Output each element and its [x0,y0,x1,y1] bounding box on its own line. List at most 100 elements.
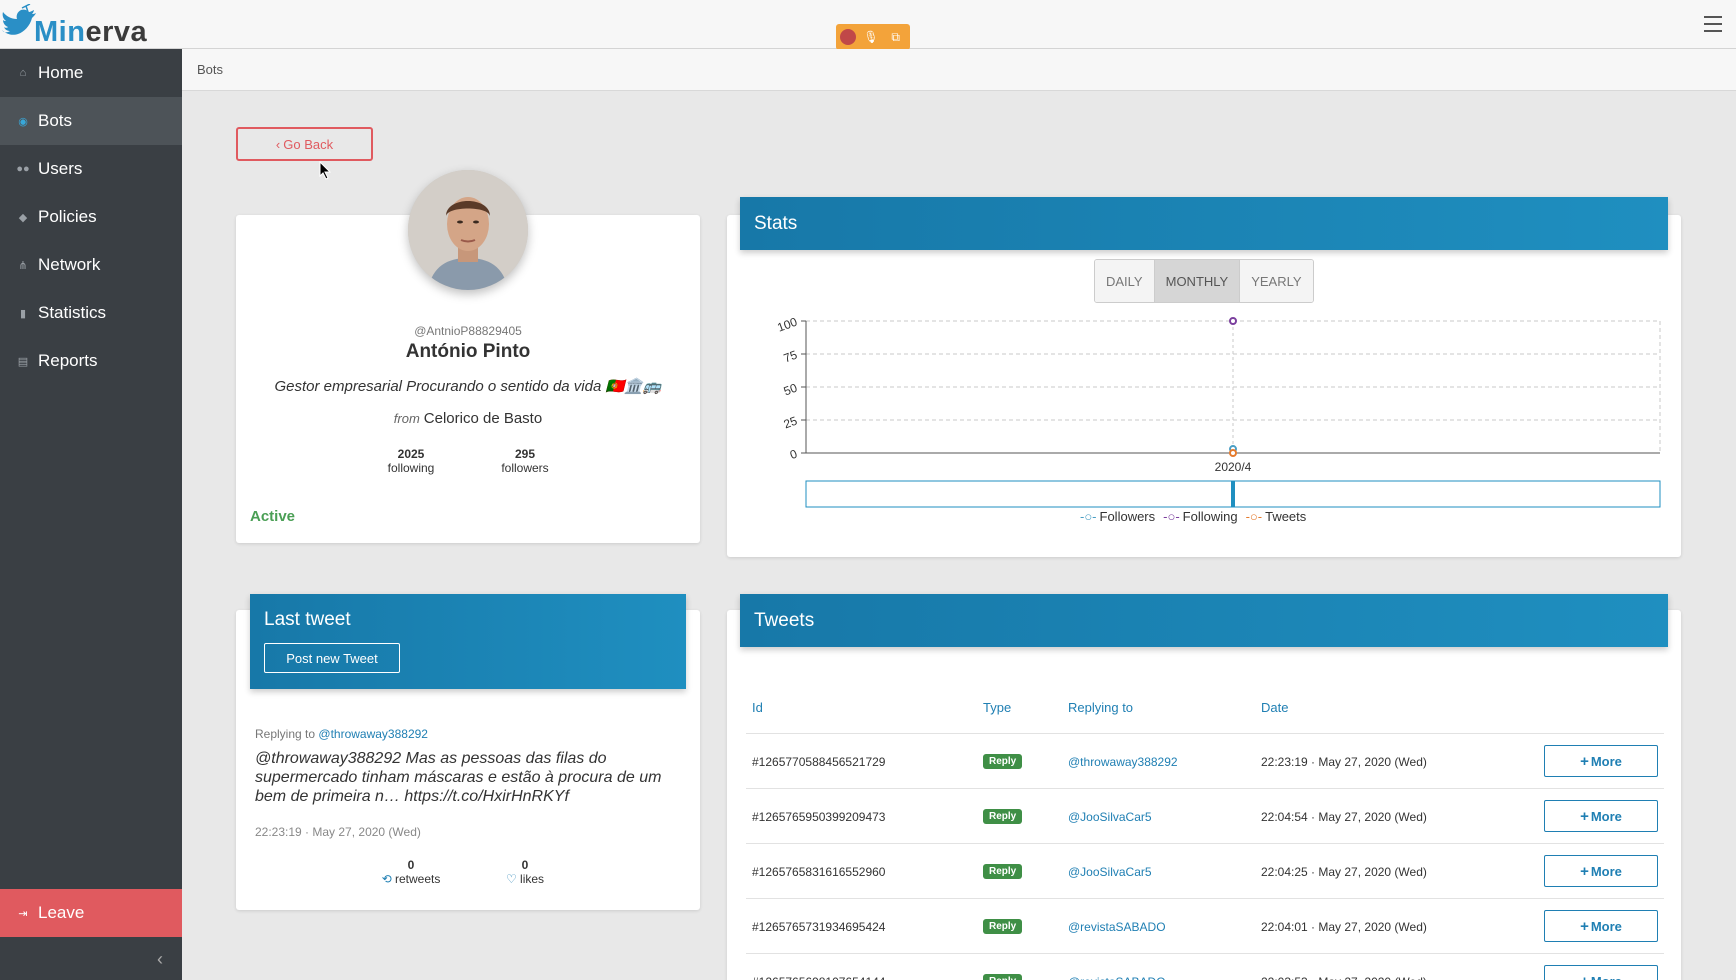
more-button[interactable]: +More [1544,800,1658,832]
followers-stat: 295 followers [480,447,570,475]
tweet-date: 22:04:01 · May 27, 2020 (Wed) [1261,919,1427,934]
sidebar-item-network[interactable]: ⋔ Network [0,241,182,289]
hamburger-menu-icon[interactable] [1704,16,1722,32]
profile-location: from Celorico de Basto [236,410,700,427]
more-button[interactable]: +More [1544,965,1658,980]
tweet-replying-to: @JooSilvaCar5 [1068,789,1152,844]
go-back-button[interactable]: ‹ Go Back [236,127,373,161]
tab-monthly[interactable]: MONTHLY [1154,260,1241,302]
tweet-replying-to: @revistaSABADO [1068,954,1166,980]
profile-name: António Pinto [405,341,531,362]
following-stat: 2025 following [366,447,456,475]
legend-label: Tweets [1265,509,1307,524]
firefox-icon[interactable] [840,29,857,45]
table-row: #1265765950399209473 Reply @JooSilvaCar5 22… [746,788,1664,843]
chart-legend: -○- Followers -○- Following -○- Tweets [1080,509,1306,524]
sidebar-item-label: Network [38,255,101,274]
breadcrumb-item[interactable]: Bots [197,62,223,77]
leave-button[interactable]: ⇥ Leave [0,889,182,937]
tweet-id: #1265765950399209473 [752,809,886,824]
location-value: Celorico de Basto [423,410,543,427]
sidebar-item-users[interactable]: ●● Users [0,145,182,193]
column-header-id[interactable]: Id [752,700,763,715]
tab-yearly[interactable]: YEARLY [1240,260,1313,302]
more-label: More [1590,808,1622,824]
tweet-date: 22:23:19 · May 27, 2020 (Wed) [1261,754,1427,769]
followers-count: 295 [514,447,536,461]
sidebar-item-label: Bots [38,111,73,130]
tweet-id: #1265765831616552960 [752,864,886,879]
sidebar-item-statistics[interactable]: ▮ Statistics [0,289,182,337]
tweets-header: Tweets [740,594,1668,647]
more-button[interactable]: +More [1544,745,1658,777]
replying-to-link[interactable]: @throwaway388292 [1068,755,1178,769]
replying-to-link[interactable]: @revistaSABADO [1068,920,1166,934]
last-tweet-header: Last tweet Post new Tweet [250,594,686,689]
point-tweets[interactable] [1229,449,1237,457]
type-badge: Reply [983,919,1023,934]
avatar [408,170,528,290]
legend-line-followers-icon: -○- [1080,509,1097,524]
replying-to-link[interactable]: @revistaSABADO [1068,975,1166,980]
type-badge: Reply [983,864,1023,879]
home-icon: ⌂ [19,67,27,79]
tweet-type: Reply [983,954,1023,980]
tweet-replying-to: @revistaSABADO [1068,899,1166,954]
table-row: #1265765698107654144 Reply @revistaSABADO 2… [746,953,1664,980]
tweet-replying-to: @throwaway388292 [1068,734,1178,789]
network-icon: ⋔ [18,259,28,272]
sidebar-item-bots[interactable]: ◉ Bots [0,97,182,145]
legend-following[interactable]: -○- Following [1163,509,1237,524]
plus-icon: + [1580,973,1589,980]
tweet-id: #1265765698107654144 [752,954,885,980]
window-share-icon[interactable]: ⧉ [886,27,906,47]
replying-to-link[interactable]: @JooSilvaCar5 [1068,865,1152,879]
sidebar-item-policies[interactable]: ◆ Policies [0,193,182,241]
tab-daily[interactable]: DAILY [1095,260,1155,302]
sidebar-item-home[interactable]: ⌂ Home [0,49,182,97]
more-label: More [1590,863,1622,879]
following-count: 2025 [397,447,425,461]
legend-tweets[interactable]: -○- Tweets [1246,509,1307,524]
go-back-label: Go Back [283,136,334,152]
more-button[interactable]: +More [1544,910,1658,942]
bar-chart-icon: ▮ [19,307,27,320]
extension-toolbar: 🎙 ⧉ [836,24,910,50]
sidebar-item-label: Statistics [38,303,107,322]
tweet-date: 22:04:54 · May 27, 2020 (Wed) [1261,809,1427,824]
plus-icon: + [1580,752,1589,770]
likes-count: 0 [521,858,529,872]
more-label: More [1590,918,1622,934]
leave-label: Leave [38,903,85,922]
collapse-sidebar-icon[interactable]: ‹ [150,949,170,969]
y-tick-label: 100 [775,315,799,335]
profile-handle: @AntnioP88829405 [414,324,522,338]
from-label: from [393,411,420,426]
more-button[interactable]: +More [1544,855,1658,887]
post-new-tweet-button[interactable]: Post new Tweet [264,643,400,673]
users-icon: ●● [16,163,30,175]
likes-stat: 0 ♡ likes [480,858,570,886]
column-header-type[interactable]: Type [983,700,1011,715]
tweet-date: 22:04:25 · May 27, 2020 (Wed) [1261,864,1427,879]
column-header-replying-to[interactable]: Replying to [1068,700,1133,715]
tweet-replying-to: @JooSilvaCar5 [1068,844,1152,899]
data-zoom-handle[interactable] [1231,481,1235,507]
column-header-date[interactable]: Date [1261,700,1288,715]
table-row: #1265765731934695424 Reply @revistaSABADO 2… [746,898,1664,953]
minerva-logo[interactable]: Minerva [0,2,147,48]
replying-to-link[interactable]: @throwaway388292 [318,727,428,741]
table-row: #1265770588456521729 Reply @throwaway38829… [746,733,1664,788]
tweet-id: #1265770588456521729 [752,754,886,769]
stats-title: Stats [754,212,798,234]
replying-to-link[interactable]: @JooSilvaCar5 [1068,810,1152,824]
stats-line-chart: 0 25 50 75 100 2020/4 [775,315,1661,508]
legend-label: Followers [1099,509,1156,524]
logo-text: Minerva [34,16,148,48]
sidebar-item-reports[interactable]: ▤ Reports [0,337,182,385]
microphone-icon[interactable]: 🎙 [861,27,881,47]
tweet-type: Reply [983,734,1023,789]
point-following[interactable] [1229,317,1237,325]
tweet-date: 22:23:19 · May 27, 2020 (Wed) [255,825,421,839]
legend-followers[interactable]: -○- Followers [1080,509,1155,524]
